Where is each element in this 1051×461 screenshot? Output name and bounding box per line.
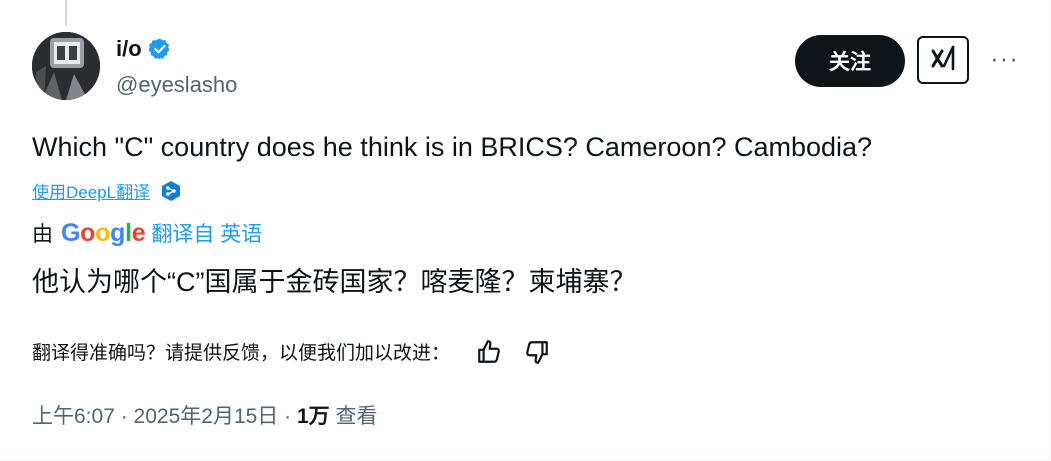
author-handle[interactable]: @eyeslasho — [116, 72, 237, 98]
deepl-translate-link[interactable]: 使用DeepL翻译 — [32, 178, 150, 203]
avatar[interactable] — [32, 32, 100, 100]
tweet-date[interactable]: 2025年2月15日 — [134, 405, 279, 428]
grok-button[interactable] — [917, 36, 969, 84]
translated-from-link[interactable]: 翻译自 英语 — [151, 218, 262, 248]
thumbs-down-icon[interactable] — [524, 339, 550, 365]
translated-text: 他认为哪个“C”国属于金砖国家？喀麦隆？柬埔寨？ — [32, 267, 637, 297]
thread-connector-line — [65, 0, 67, 26]
tweet-time[interactable]: 上午6:07 — [32, 405, 115, 428]
deepl-translate-row: 使用DeepL翻译 — [32, 178, 182, 203]
follow-button[interactable]: 关注 — [795, 35, 905, 87]
feedback-prompt: 翻译得准确吗？请提供反馈，以便我们加以改进： — [32, 343, 451, 364]
tweet-meta: 上午6:07 · 2025年2月15日 · 1万 查看 — [32, 400, 378, 430]
grok-icon — [927, 42, 959, 79]
meta-separator: · — [114, 405, 134, 428]
views-label: 查看 — [329, 405, 378, 428]
verified-badge-icon — [148, 37, 172, 61]
deepl-icon[interactable] — [160, 180, 182, 202]
translation-feedback-row: 翻译得准确吗？请提供反馈，以便我们加以改进： — [32, 338, 550, 365]
meta-separator: · — [278, 405, 297, 428]
google-logo: Google — [61, 219, 146, 247]
translated-by-prefix: 由 — [32, 223, 53, 246]
author-name-row[interactable]: i/o — [116, 36, 172, 62]
views-count: 1万 — [296, 405, 330, 428]
author-display-name[interactable]: i/o — [116, 36, 142, 62]
translated-by-google-row: 由 Google 翻译自 英语 — [32, 218, 262, 248]
tweet-text: Which "C" country does he think is in BR… — [32, 132, 873, 162]
thumbs-up-icon[interactable] — [476, 339, 502, 365]
more-options-icon[interactable]: ··· — [990, 45, 1019, 71]
